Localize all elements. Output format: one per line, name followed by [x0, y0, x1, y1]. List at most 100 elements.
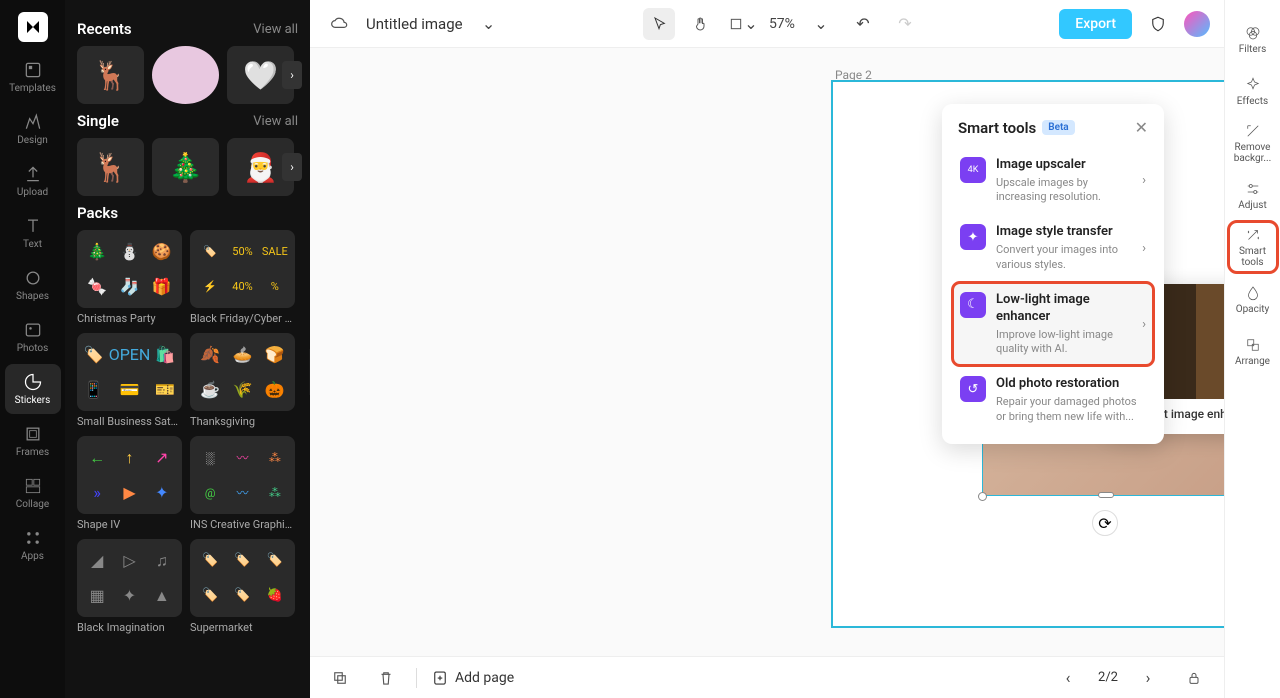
recents-viewall[interactable]: View all: [253, 22, 298, 37]
row-next-button[interactable]: ›: [282, 61, 302, 89]
nav-upload[interactable]: Upload: [5, 156, 61, 206]
tool-title: Old photo restoration: [996, 376, 1146, 393]
bottom-bar: Add page ‹ 2/2 ›: [310, 656, 1224, 698]
layers-icon[interactable]: [324, 662, 356, 694]
title-dropdown[interactable]: ⌄: [473, 8, 505, 40]
popup-title: Smart tools: [958, 119, 1036, 137]
nav-templates[interactable]: Templates: [5, 52, 61, 102]
nav-apps[interactable]: Apps: [5, 520, 61, 570]
chevron-right-icon: ›: [1142, 317, 1146, 332]
next-page-button[interactable]: ›: [1132, 662, 1164, 694]
resize-handle[interactable]: [1098, 492, 1114, 498]
pack-label: INS Creative Graphics: [190, 518, 295, 531]
tool-image-upscaler[interactable]: 4K Image upscaler Upscale images by incre…: [952, 147, 1154, 214]
tool-title: Image style transfer: [996, 224, 1132, 241]
canvas[interactable]: Page 2 ⧉ ✦ ▭ ⟳ Low-light image enhancer …: [310, 48, 1224, 656]
tool-title: Image upscaler: [996, 157, 1132, 174]
pack-label: Thanksgiving: [190, 415, 295, 428]
redo-button[interactable]: ↷: [889, 8, 921, 40]
single-viewall[interactable]: View all: [253, 114, 298, 129]
add-page-label: Add page: [455, 670, 514, 686]
main-area: Untitled image ⌄ ⌄ 57% ⌄ ↶ ↷ Export Page…: [310, 0, 1224, 698]
nav-label: Frames: [16, 447, 49, 458]
adjust-tool[interactable]: Adjust: [1229, 170, 1277, 220]
recents-row: 🦌 🤍 ›: [77, 46, 298, 104]
app-logo[interactable]: [18, 12, 48, 42]
filters-tool[interactable]: Filters: [1229, 14, 1277, 64]
pack-item[interactable]: 🍂🥧🍞☕🌾🎃Thanksgiving: [190, 333, 295, 428]
cloud-sync-icon[interactable]: [324, 8, 356, 40]
close-icon[interactable]: ✕: [1135, 118, 1148, 137]
pack-item[interactable]: 🏷️OPEN🛍️📱💳🎫Small Business Saturd...: [77, 333, 182, 428]
add-page-button[interactable]: Add page: [431, 669, 514, 687]
tool-label: Effects: [1237, 96, 1268, 107]
chevron-right-icon: ›: [1142, 241, 1146, 256]
tool-desc: Upscale images by increasing resolution.: [996, 176, 1132, 205]
nav-collage[interactable]: Collage: [5, 468, 61, 518]
resize-handle[interactable]: [978, 492, 987, 501]
delete-icon[interactable]: [370, 662, 402, 694]
undo-button[interactable]: ↶: [847, 8, 879, 40]
pack-label: Shape IV: [77, 518, 182, 531]
beta-badge: Beta: [1042, 120, 1074, 135]
tool-low-light-enhancer[interactable]: ☾ Low-light image enhancerImprove low-li…: [952, 282, 1154, 366]
smart-tools-tool[interactable]: Smart tools: [1229, 222, 1277, 272]
nav-design[interactable]: Design: [5, 104, 61, 154]
sticker-thumb[interactable]: [152, 46, 219, 104]
pack-label: Black Friday/Cyber M...: [190, 312, 295, 325]
document-title[interactable]: Untitled image: [366, 15, 463, 33]
tool-desc: Improve low-light image quality with AI.: [996, 328, 1132, 357]
hand-tool[interactable]: [685, 8, 717, 40]
page-indicator: 2/2: [1098, 670, 1118, 685]
top-bar: Untitled image ⌄ ⌄ 57% ⌄ ↶ ↷ Export: [310, 0, 1224, 48]
nav-label: Apps: [21, 551, 44, 562]
resize-dropdown[interactable]: ⌄: [727, 8, 759, 40]
nav-label: Upload: [17, 187, 48, 198]
pack-item[interactable]: 🎄⛄🍪🍬🧦🎁Christmas Party: [77, 230, 182, 325]
nav-label: Stickers: [15, 395, 51, 406]
zoom-dropdown[interactable]: ⌄: [805, 8, 837, 40]
tool-label: Adjust: [1238, 200, 1267, 211]
tool-old-photo-restoration[interactable]: ↺ Old photo restorationRepair your damag…: [952, 366, 1154, 433]
row-next-button[interactable]: ›: [282, 153, 302, 181]
prev-page-button[interactable]: ‹: [1052, 662, 1084, 694]
nav-label: Text: [23, 239, 42, 250]
rotate-handle[interactable]: ⟳: [1092, 510, 1118, 536]
user-avatar[interactable]: [1184, 11, 1210, 37]
pointer-tool[interactable]: [643, 8, 675, 40]
nav-label: Photos: [17, 343, 49, 354]
pack-item[interactable]: 🏷️🏷️🏷️🏷️🏷️🍓Supermarket: [190, 539, 295, 634]
remove-bg-tool[interactable]: Remove backgr...: [1229, 118, 1277, 168]
zoom-level[interactable]: 57%: [769, 16, 795, 32]
pack-item[interactable]: 🏷️50%SALE⚡40%%Black Friday/Cyber M...: [190, 230, 295, 325]
tool-label: Smart tools: [1229, 246, 1277, 268]
sticker-thumb[interactable]: 🦌: [77, 46, 144, 104]
sticker-thumb[interactable]: 🎄: [152, 138, 219, 196]
nav-text[interactable]: Text: [5, 208, 61, 258]
restore-icon: ↺: [960, 376, 986, 402]
upscaler-icon: 4K: [960, 157, 986, 183]
shield-icon[interactable]: [1142, 8, 1174, 40]
lock-icon[interactable]: [1178, 662, 1210, 694]
nav-frames[interactable]: Frames: [5, 416, 61, 466]
pack-item[interactable]: ←↑↗»▶✦Shape IV: [77, 436, 182, 531]
nav-stickers[interactable]: Stickers: [5, 364, 61, 414]
pack-item[interactable]: ◢▷♫▦✦▲Black Imagination: [77, 539, 182, 634]
sticker-thumb[interactable]: 🦌: [77, 138, 144, 196]
effects-tool[interactable]: Effects: [1229, 66, 1277, 116]
pack-label: Black Imagination: [77, 621, 182, 634]
lowlight-icon: ☾: [960, 292, 986, 318]
nav-photos[interactable]: Photos: [5, 312, 61, 362]
stickers-panel: RecentsView all 🦌 🤍 › SingleView all 🦌 🎄…: [65, 0, 310, 698]
nav-label: Collage: [16, 499, 49, 510]
pack-item[interactable]: ░〰⁂@〰⁂INS Creative Graphics: [190, 436, 295, 531]
arrange-tool[interactable]: Arrange: [1229, 326, 1277, 376]
opacity-tool[interactable]: Opacity: [1229, 274, 1277, 324]
tool-style-transfer[interactable]: ✦ Image style transferConvert your image…: [952, 214, 1154, 281]
pack-label: Christmas Party: [77, 312, 182, 325]
nav-shapes[interactable]: Shapes: [5, 260, 61, 310]
nav-label: Templates: [9, 83, 56, 94]
tool-label: Filters: [1239, 44, 1267, 55]
export-button[interactable]: Export: [1059, 9, 1132, 39]
right-toolbar: Filters Effects Remove backgr... Adjust …: [1224, 0, 1280, 698]
